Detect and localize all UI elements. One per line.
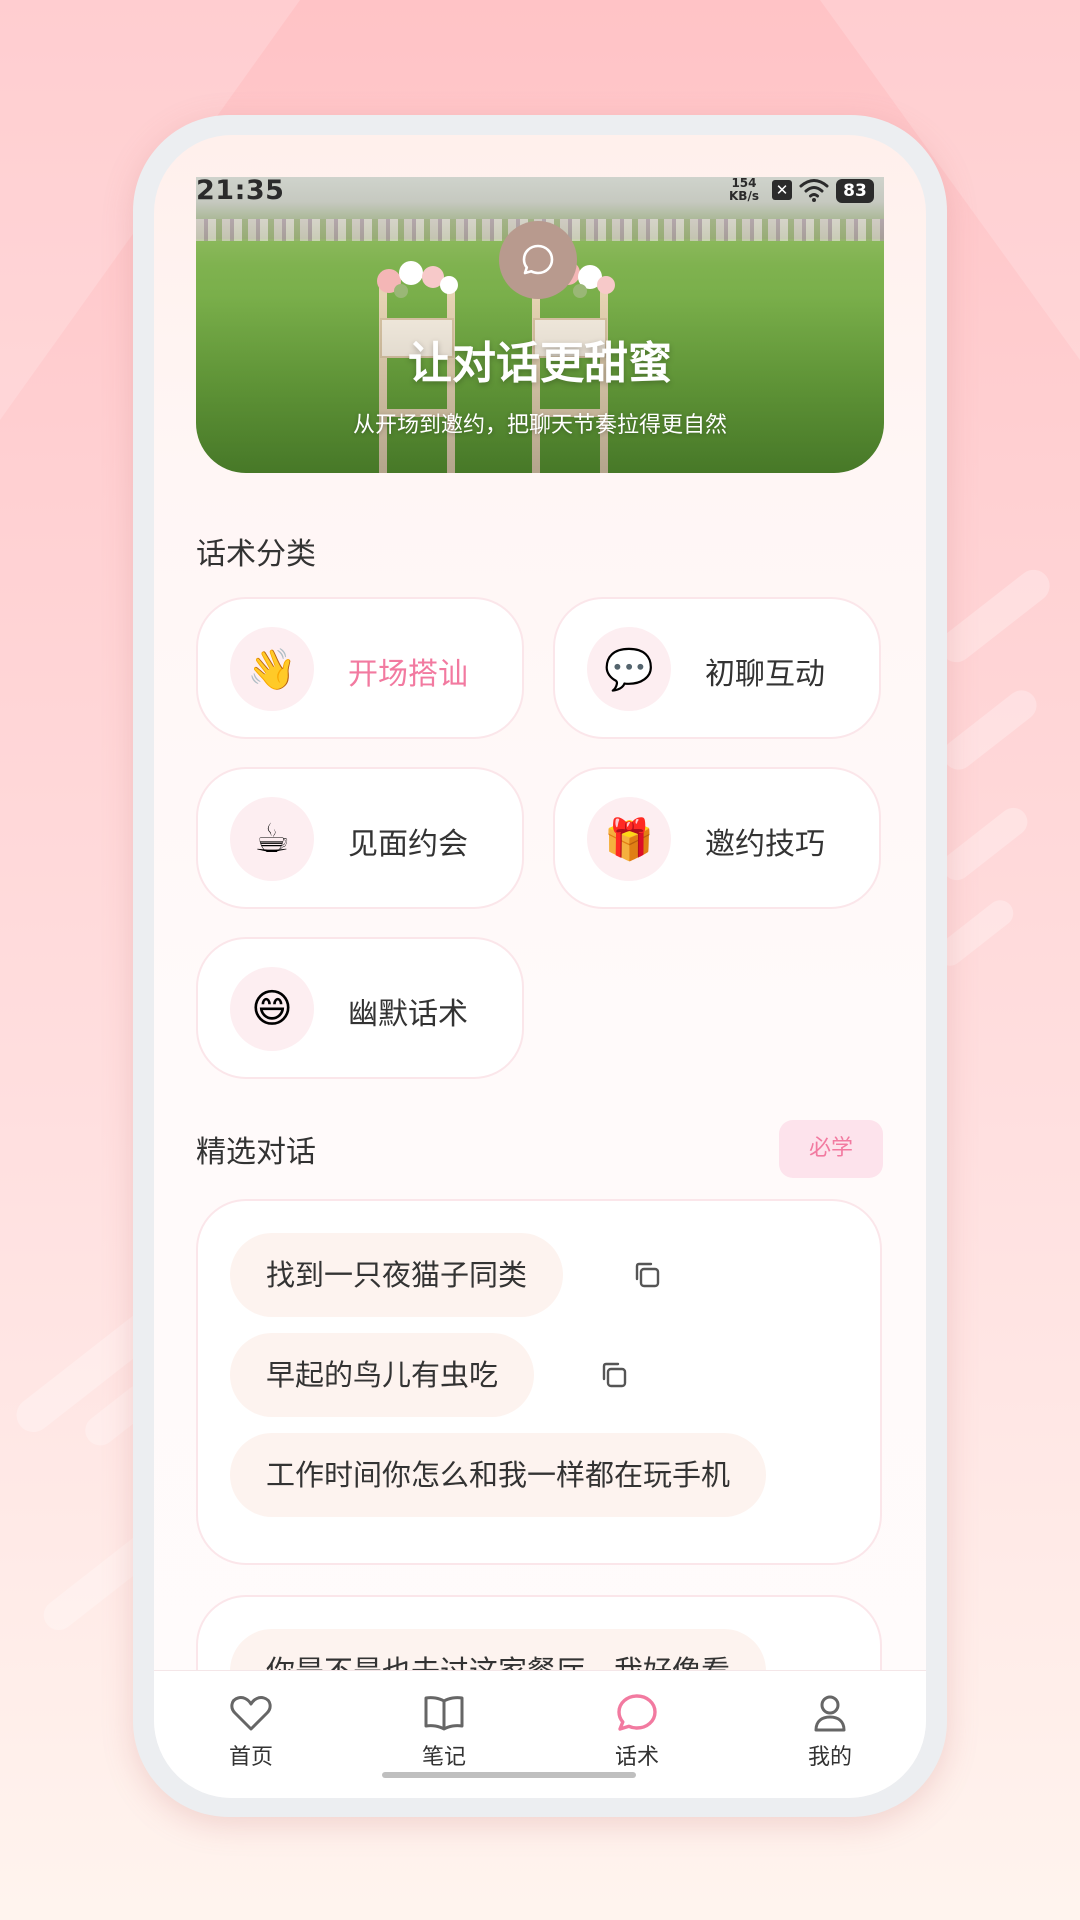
category-first-chat[interactable]: 💬 初聊互动 [553,597,881,739]
category-invite[interactable]: 🎁 邀约技巧 [553,767,881,909]
copy-icon[interactable] [598,1359,630,1391]
wave-icon: 👋 [230,627,314,711]
category-label: 初聊互动 [705,657,825,692]
status-time: 21:35 [196,175,285,206]
category-label: 见面约会 [348,827,468,862]
nav-label: 笔记 [421,1745,466,1770]
category-label: 幽默话术 [348,997,468,1032]
categories-title: 话术分类 [196,537,316,572]
chat-icon [617,1694,657,1731]
book-icon [424,1696,464,1731]
nav-label: 首页 [228,1745,273,1770]
phone-frame: 让对话更甜蜜 从开场到邀约，把聊天节奏拉得更自然 21:35 154 KB/s … [133,115,947,1817]
phrase-pill[interactable]: 早起的鸟儿有虫吃 [230,1333,535,1417]
battery-indicator: 83 [836,179,874,203]
nav-label: 我的 [807,1745,852,1770]
gift-icon: 🎁 [587,797,671,881]
nav-home[interactable]: 首页 [191,1693,311,1771]
network-speed-unit: KB/s [729,189,759,203]
featured-title: 精选对话 [196,1135,316,1170]
phrase-pill[interactable]: 工作时间你怎么和我一样都在玩手机 [230,1433,767,1517]
person-icon [814,1695,846,1732]
category-label: 邀约技巧 [705,827,825,862]
banner-subtitle: 从开场到邀约，把聊天节奏拉得更自然 [352,413,727,438]
background-stripe [936,802,1034,886]
category-label: 开场搭讪 [348,657,468,692]
coffee-icon: ☕ [230,797,314,881]
network-speed: 154 KB/s [729,177,759,203]
banner-title: 让对话更甜蜜 [408,338,672,389]
nav-scripts[interactable]: 话术 [577,1693,697,1771]
category-meeting[interactable]: ☕ 见面约会 [196,767,524,909]
heart-icon [230,1696,272,1731]
speech-bubble-icon: 💬 [587,627,671,711]
nav-notes[interactable]: 笔记 [384,1693,504,1771]
background-stripe [933,563,1057,669]
nav-label: 话术 [614,1745,659,1770]
bottom-nav: 首页 笔记 话术 我的 [154,1670,926,1798]
nav-profile[interactable]: 我的 [770,1693,890,1771]
must-learn-badge[interactable]: 必学 [779,1120,883,1178]
chat-bubble-icon [499,221,577,299]
sim-blocked-icon: ✕ [772,180,792,200]
grin-icon: 😄 [230,967,314,1051]
category-humor[interactable]: 😄 幽默话术 [196,937,524,1079]
category-opening[interactable]: 👋 开场搭讪 [196,597,524,739]
wifi-icon [799,179,829,202]
copy-icon[interactable] [631,1259,663,1291]
phrase-pill[interactable]: 找到一只夜猫子同类 [230,1233,564,1317]
hero-banner: 让对话更甜蜜 从开场到邀约，把聊天节奏拉得更自然 [196,177,884,473]
dialogue-card: 找到一只夜猫子同类 早起的鸟儿有虫吃 工作时间你怎么和我一样都在玩手机 [196,1199,882,1565]
status-bar: 21:35 154 KB/s ✕ 83 [154,175,926,215]
background-stripe [937,684,1043,776]
home-indicator[interactable] [382,1772,636,1778]
app-screen: 让对话更甜蜜 从开场到邀约，把聊天节奏拉得更自然 21:35 154 KB/s … [154,135,926,1798]
